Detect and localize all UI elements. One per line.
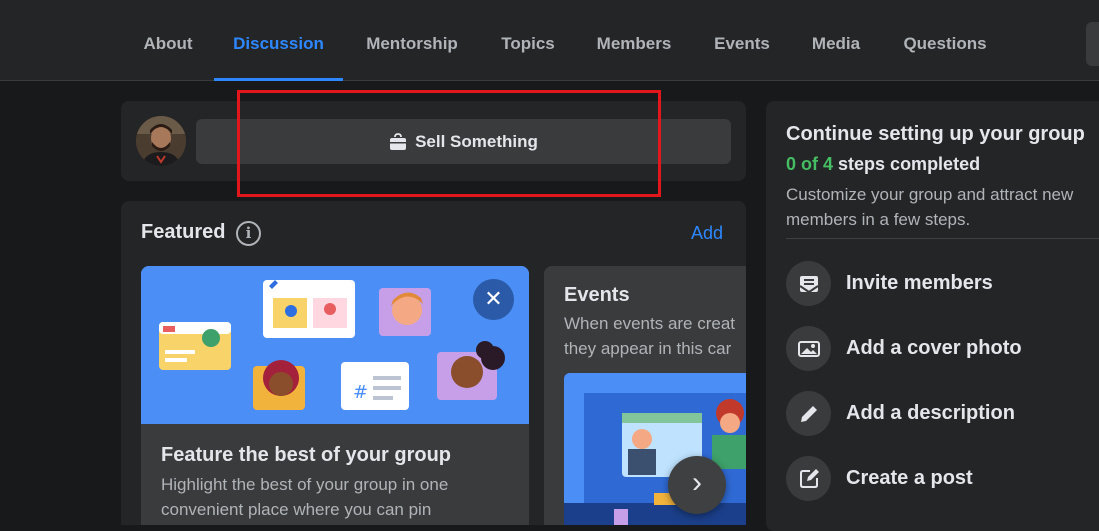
task-label: Add a cover photo xyxy=(846,337,1022,359)
featured-illustration: # ✕ xyxy=(141,266,529,424)
user-avatar[interactable] xyxy=(136,116,186,166)
photo-icon xyxy=(786,326,831,371)
tab-members[interactable]: Members xyxy=(588,0,680,81)
featured-add-link[interactable]: Add xyxy=(691,223,723,244)
invite-envelope-icon xyxy=(786,261,831,306)
tab-about[interactable]: About xyxy=(135,0,201,81)
tab-discussion[interactable]: Discussion xyxy=(214,0,343,81)
task-label: Invite members xyxy=(846,272,993,294)
events-description: When events are creat they appear in thi… xyxy=(564,311,746,361)
svg-text:#: # xyxy=(353,382,368,403)
sell-something-label: Sell Something xyxy=(415,131,538,151)
events-description-line: When events are creat xyxy=(564,314,736,333)
sell-something-button[interactable]: Sell Something xyxy=(196,119,731,164)
more-options-button[interactable] xyxy=(1086,22,1099,66)
tab-events[interactable]: Events xyxy=(708,0,776,81)
chevron-right-icon[interactable]: › xyxy=(668,456,726,514)
setup-progress: 0 of 4 steps completed xyxy=(786,154,980,175)
info-icon[interactable]: i xyxy=(236,221,261,246)
events-description-line: they appear in this car xyxy=(564,339,732,358)
steps-done-label: steps completed xyxy=(838,154,981,174)
featured-title: Featured xyxy=(141,221,226,243)
pencil-icon xyxy=(786,391,831,436)
feature-card-description: Highlight the best of your group in one … xyxy=(161,475,449,519)
setup-title: Continue setting up your group xyxy=(786,123,1085,145)
feature-card-title: Feature the best of your group xyxy=(161,444,452,466)
task-invite-members[interactable]: Invite members xyxy=(786,261,993,306)
steps-done-count: 0 of 4 xyxy=(786,154,834,174)
setup-description: Customize your group and attract new mem… xyxy=(786,185,1074,229)
feature-best-card: # ✕ Feature the best of your group Highl… xyxy=(141,266,529,525)
task-label: Create a post xyxy=(846,467,973,489)
compose-icon xyxy=(786,456,831,501)
group-setup-card: Continue setting up your group 0 of 4 st… xyxy=(766,101,1099,531)
task-label: Add a description xyxy=(846,402,1015,424)
task-add-description[interactable]: Add a description xyxy=(786,391,1015,436)
composer-card: Sell Something xyxy=(121,101,746,181)
tab-topics[interactable]: Topics xyxy=(494,0,562,81)
events-title: Events xyxy=(564,284,630,306)
featured-section: Featured i Add # ✕ Feature the best of y… xyxy=(121,201,746,525)
task-add-cover-photo[interactable]: Add a cover photo xyxy=(786,326,1022,371)
tab-media[interactable]: Media xyxy=(803,0,869,81)
tab-questions[interactable]: Questions xyxy=(896,0,994,81)
task-create-post[interactable]: Create a post xyxy=(786,456,973,501)
close-icon[interactable]: ✕ xyxy=(473,279,514,320)
shopping-bag-icon xyxy=(390,132,407,150)
divider xyxy=(786,238,1099,239)
group-tab-bar: About Discussion Mentorship Topics Membe… xyxy=(0,0,1099,81)
tab-mentorship[interactable]: Mentorship xyxy=(356,0,468,81)
